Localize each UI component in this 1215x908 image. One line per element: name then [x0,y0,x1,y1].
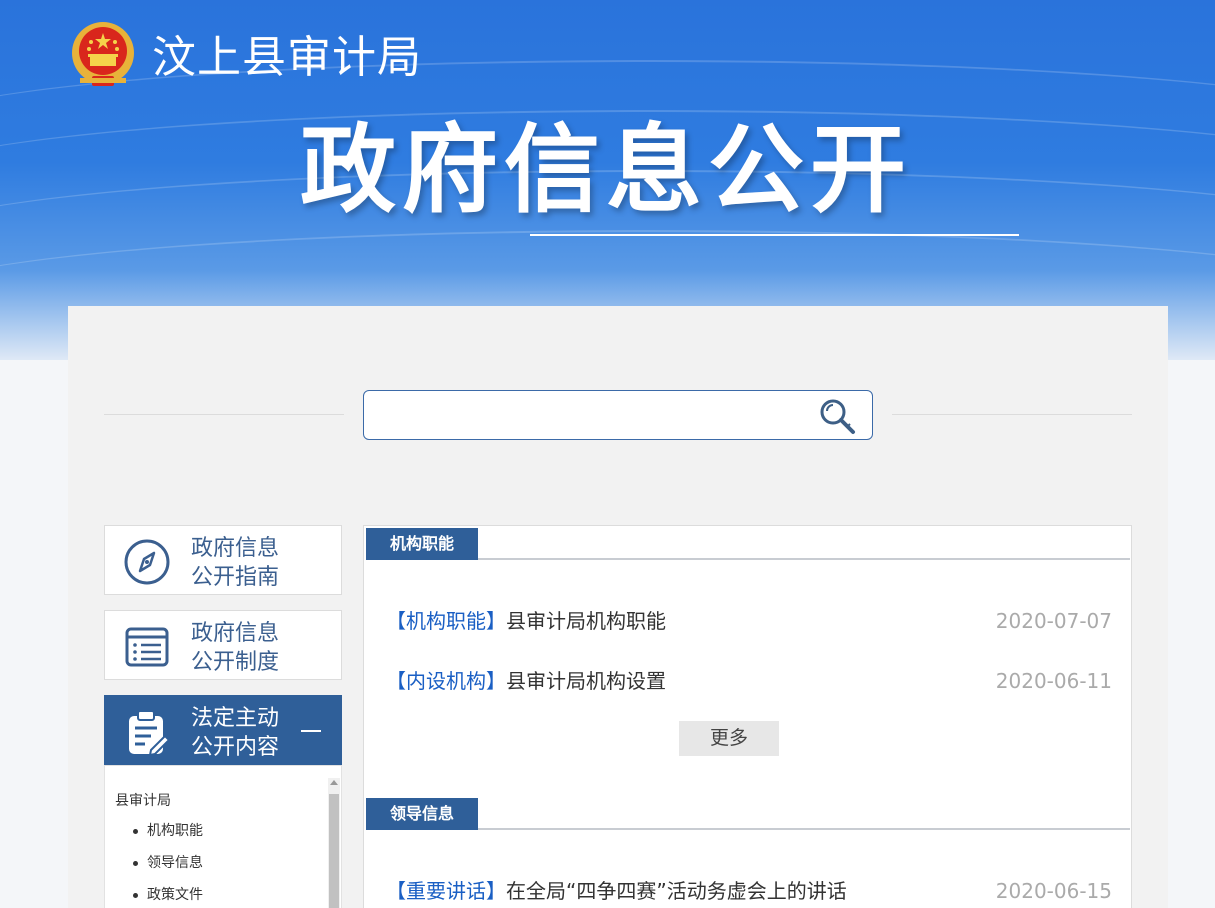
search-box [363,390,873,440]
compass-icon [124,539,170,585]
list-item[interactable]: 【内设机构】县审计局机构设置 2020-06-11 [386,666,1112,696]
item-title[interactable]: 在全局“四争四赛”活动务虚会上的讲话 [506,879,847,903]
item-date: 2020-06-11 [995,669,1112,693]
item-date: 2020-07-07 [995,609,1112,633]
main-panel: 政府信息 公开指南 政府信息 公开制度 法定主动 公开内容 县审计局 机构职能 … [68,306,1168,908]
list-item[interactable]: 【重要讲话】在全局“四争四赛”活动务虚会上的讲话 2020-06-15 [386,876,1112,906]
section-tab[interactable]: 领导信息 [366,798,478,830]
search-divider-left [104,414,344,415]
list-item[interactable]: 【机构职能】县审计局机构职能 2020-07-07 [386,606,1112,636]
sidebar-item-label: 法定主动 公开内容 [191,704,331,762]
sidebar-item-guide[interactable]: 政府信息 公开指南 [104,525,342,595]
sidebar-item-label: 政府信息 公开指南 [191,534,331,592]
page-title: 政府信息公开 [300,114,912,226]
item-title[interactable]: 县审计局机构职能 [506,609,666,633]
section-header: 机构职能 [366,526,1130,560]
tree-root[interactable]: 县审计局 [115,790,171,810]
label-line: 公开内容 [191,735,280,760]
section-header: 领导信息 [366,796,1130,830]
category-tree: 县审计局 机构职能 领导信息 政策文件 [104,765,342,908]
national-emblem-icon [72,22,134,86]
list-icon [125,627,169,667]
sidebar-item-label: 政府信息 公开制度 [191,619,331,677]
label-line: 政府信息 [191,536,280,561]
content-area: 机构职能 【机构职能】县审计局机构职能 2020-07-07 【内设机构】县审计… [363,525,1132,908]
scrollbar-thumb[interactable] [329,794,339,908]
tree-children: 机构职能 领导信息 政策文件 [131,820,203,908]
collapse-icon[interactable] [301,730,321,732]
label-line: 公开制度 [191,650,280,675]
clipboard-edit-icon [129,710,171,756]
label-line: 法定主动 [191,706,280,731]
search-icon[interactable] [816,396,858,436]
sidebar-item-system[interactable]: 政府信息 公开制度 [104,610,342,680]
item-category[interactable]: 【机构职能】 [386,609,506,633]
tree-item[interactable]: 政策文件 [131,884,203,908]
more-button[interactable]: 更多 [679,721,779,756]
item-title[interactable]: 县审计局机构设置 [506,669,666,693]
tree-item[interactable]: 领导信息 [131,852,203,884]
item-date: 2020-06-15 [995,879,1112,903]
scroll-up-arrow-icon[interactable] [330,780,338,785]
title-underline [530,234,1019,236]
item-category[interactable]: 【内设机构】 [386,669,506,693]
label-line: 公开指南 [191,565,280,590]
sidebar-item-mandatory-content[interactable]: 法定主动 公开内容 [104,695,342,765]
item-category[interactable]: 【重要讲话】 [386,879,506,903]
site-name: 汶上县审计局 [152,32,422,83]
search-divider-right [892,414,1132,415]
label-line: 政府信息 [191,621,280,646]
search-input[interactable] [374,399,804,431]
tree-item[interactable]: 机构职能 [131,820,203,852]
section-tab[interactable]: 机构职能 [366,528,478,560]
